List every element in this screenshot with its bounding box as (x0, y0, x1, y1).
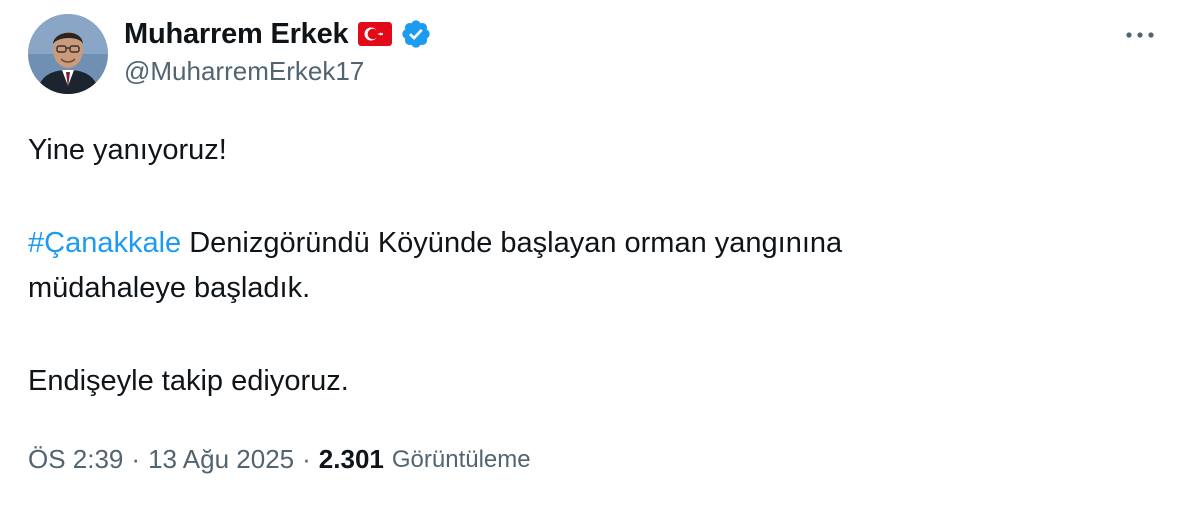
more-options-button[interactable] (1120, 20, 1160, 50)
meta-separator-2: · (302, 444, 311, 474)
verified-badge-icon[interactable] (400, 18, 432, 50)
author-display-name[interactable]: Muharrem Erkek (124, 18, 349, 51)
avatar[interactable] (28, 14, 108, 94)
tweet-line-1: Yine yanıyoruz! (28, 134, 227, 166)
meta-separator-1: · (131, 444, 141, 474)
tweet-line-4: Endişeyle takip ediyoruz. (28, 365, 349, 397)
hashtag-link[interactable]: #Çanakkale (28, 227, 181, 259)
views-label: Görüntüleme (391, 445, 531, 473)
tweet-time[interactable]: ÖS 2:39 (28, 444, 123, 475)
tweet-line-3: müdahaleye başladık. (28, 272, 311, 304)
tweet-meta: ÖS 2:39 · 13 Ağu 2025 · 2.301 Görüntülem… (28, 444, 531, 475)
avatar-image (28, 14, 108, 94)
tweet-text: Yine yanıyoruz! #Çanakkale Denizgöründü … (28, 128, 1158, 404)
tweet-paragraph-2: #Çanakkale Denizgöründü Köyünde başlayan… (28, 221, 1158, 266)
author-name-row: Muharrem Erkek (124, 14, 432, 54)
tweet-card: Muharrem Erkek @MuharremErkek17 Yine yan… (0, 0, 1198, 512)
turkey-flag-icon (358, 22, 393, 46)
tweet-date[interactable]: 13 Ağu 2025 (148, 444, 294, 475)
views-count: 2.301 (318, 444, 384, 474)
more-options-icon (1126, 32, 1154, 38)
tweet-line-2-text: Denizgöründü Köyünde başlayan orman yang… (181, 227, 843, 259)
author-handle[interactable]: @MuharremErkek17 (124, 56, 364, 87)
